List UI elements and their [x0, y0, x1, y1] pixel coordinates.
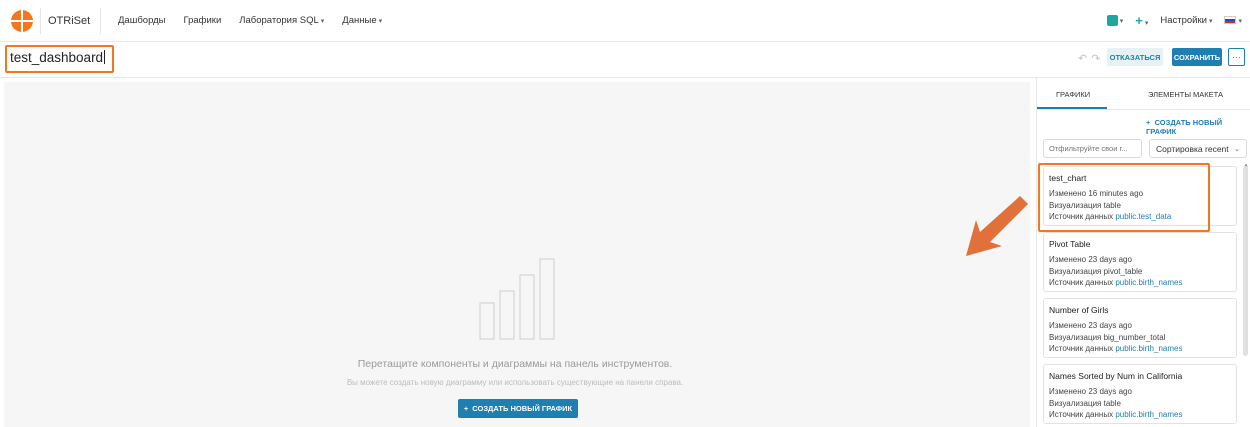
dashboard-header — [0, 42, 1250, 78]
language-menu[interactable]: ▾ — [1224, 15, 1242, 26]
chart-viz-type: Визуализация big_number_total — [1049, 333, 1166, 342]
chart-modified: Изменено 23 days ago — [1049, 321, 1132, 330]
create-chart-button[interactable]: + СОЗДАТЬ НОВЫЙ ГРАФИК — [458, 399, 578, 418]
more-options-button[interactable]: ··· — [1228, 48, 1245, 66]
plus-icon: + — [1135, 13, 1143, 28]
panel-scrollbar[interactable] — [1243, 166, 1248, 356]
settings-menu[interactable]: Настройки ▾ — [1160, 15, 1212, 26]
chart-card[interactable]: Pivot Table Изменено 23 days ago Визуали… — [1043, 232, 1237, 292]
chart-card[interactable]: Number of Girls Изменено 23 days ago Виз… — [1043, 298, 1237, 358]
chart-modified: Изменено 23 days ago — [1049, 255, 1132, 264]
pointer-arrow-icon — [966, 196, 1028, 256]
chart-filter-input[interactable] — [1043, 139, 1142, 158]
brand-divider — [100, 8, 101, 34]
chevron-down-icon: ▾ — [320, 18, 325, 25]
chevron-down-icon: ▾ — [1238, 18, 1242, 25]
logo-icon[interactable] — [10, 9, 34, 33]
chart-card-highlight — [1038, 163, 1210, 232]
brand-name[interactable]: OTRiSet — [48, 15, 90, 27]
chart-title: Names Sorted by Num in California — [1049, 371, 1183, 381]
redo-icon[interactable]: ↷ — [1091, 53, 1104, 65]
menu-charts[interactable]: Графики — [184, 15, 222, 26]
chart-title: Number of Girls — [1049, 305, 1109, 315]
flag-ru-icon — [1224, 16, 1237, 25]
chevron-down-icon: ▾ — [378, 18, 383, 25]
main-menu: Дашборды Графики Лаборатория SQL ▾ Данные… — [118, 15, 382, 26]
brand-divider — [40, 8, 41, 34]
new-menu[interactable]: + ▾ — [1135, 13, 1148, 28]
chart-datasource: Источник данных public.birth_names — [1049, 278, 1183, 287]
dashboard-title-input[interactable]: test_dashboard — [10, 50, 106, 65]
chart-title: Pivot Table — [1049, 239, 1091, 249]
undo-redo[interactable]: ↶↷ — [1078, 52, 1104, 65]
chevron-down-icon: ▾ — [1144, 20, 1149, 27]
chart-datasource: Источник данных public.birth_names — [1049, 410, 1183, 419]
datasource-link[interactable]: public.birth_names — [1115, 410, 1182, 419]
chart-viz-type: Визуализация table — [1049, 399, 1121, 408]
text-cursor — [104, 50, 106, 64]
menu-sql-lab[interactable]: Лаборатория SQL ▾ — [239, 15, 324, 26]
menu-dashboards[interactable]: Дашборды — [118, 15, 166, 26]
create-new-chart-link[interactable]: + СОЗДАТЬ НОВЫЙ ГРАФИК — [1146, 118, 1250, 136]
chevron-down-icon: ▾ — [1119, 18, 1124, 25]
database-menu[interactable]: ▾ — [1106, 14, 1124, 26]
chart-card[interactable]: Names Sorted by Num in California Измене… — [1043, 364, 1237, 424]
empty-state-subtitle: Вы можете создать новую диаграмму или ис… — [346, 378, 684, 387]
database-icon — [1106, 14, 1118, 26]
discard-button[interactable]: ОТКАЗАТЬСЯ — [1107, 48, 1163, 66]
undo-icon[interactable]: ↶ — [1078, 53, 1091, 65]
chevron-down-icon: ⌄ — [1234, 145, 1240, 153]
datasource-link[interactable]: public.birth_names — [1115, 344, 1182, 353]
chevron-down-icon: ▾ — [1208, 18, 1213, 25]
tab-layout-elements[interactable]: ЭЛЕМЕНТЫ МАКЕТА — [1148, 90, 1223, 99]
datasource-link[interactable]: public.birth_names — [1115, 278, 1182, 287]
chart-viz-type: Визуализация pivot_table — [1049, 267, 1143, 276]
chart-datasource: Источник данных public.birth_names — [1049, 344, 1183, 353]
save-button[interactable]: СОХРАНИТЬ — [1172, 48, 1222, 66]
plus-icon: + — [1146, 118, 1155, 127]
sort-select[interactable]: Сортировка recent ⌄ — [1149, 139, 1247, 158]
bar-chart-illustration-icon — [479, 258, 555, 340]
empty-state-title: Перетащите компоненты и диаграммы на пан… — [357, 358, 673, 370]
plus-icon: + — [463, 404, 469, 413]
panel-tabs: ГРАФИКИ ЭЛЕМЕНТЫ МАКЕТА — [1036, 78, 1250, 110]
dashboard-canvas[interactable] — [4, 82, 1030, 427]
active-tab-indicator — [1037, 107, 1107, 109]
menu-data[interactable]: Данные ▾ — [342, 15, 382, 26]
nav-right: ▾ + ▾ Настройки ▾ ▾ — [1106, 13, 1242, 28]
tab-charts[interactable]: ГРАФИКИ — [1056, 90, 1090, 99]
chart-modified: Изменено 23 days ago — [1049, 387, 1132, 396]
